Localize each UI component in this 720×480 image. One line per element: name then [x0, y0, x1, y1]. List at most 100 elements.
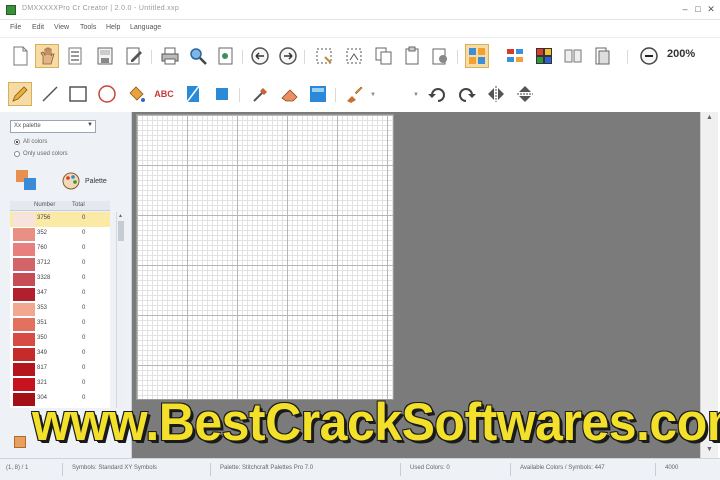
flip-horizontal-icon[interactable] [484, 82, 508, 106]
picker-icon[interactable] [249, 82, 273, 106]
color-swatch [13, 333, 35, 346]
palette-button[interactable]: Palette [60, 170, 107, 192]
page-setup-icon[interactable] [590, 44, 614, 68]
color-swatch [13, 303, 35, 316]
line-icon[interactable] [38, 82, 62, 106]
menu-file[interactable]: File [10, 24, 21, 31]
color-table-scrollbar[interactable]: ▲ [116, 212, 125, 408]
color-swatch [13, 288, 35, 301]
backstitch-icon[interactable] [306, 82, 330, 106]
radio-label: All colors [23, 139, 48, 145]
scroll-up-icon[interactable]: ▲ [706, 114, 713, 121]
chevron-down-icon[interactable]: ▼ [370, 92, 376, 98]
print-preview-icon[interactable] [186, 44, 210, 68]
save-icon[interactable] [93, 44, 117, 68]
redo-icon[interactable] [455, 82, 479, 106]
menu-help[interactable]: Help [106, 24, 120, 31]
color-number: 817 [37, 365, 48, 371]
radio-label: Only used colors [23, 151, 68, 157]
status-coordinates: (1, 8) / 1 [6, 465, 29, 471]
status-symbols: Symbols: Standard XY Symbols [72, 465, 157, 471]
stitch-grid-canvas[interactable] [136, 114, 394, 400]
status-used-colors: Used Colors: 0 [410, 465, 450, 471]
menu-view[interactable]: View [54, 24, 69, 31]
radio-used-colors[interactable]: Only used colors [14, 151, 68, 157]
rotate-left-icon[interactable] [248, 44, 272, 68]
status-available-colors: Available Colors / Symbols: 447 [520, 465, 605, 471]
table-row[interactable]: 3328 0 [10, 272, 110, 287]
select-region-icon[interactable] [312, 44, 336, 68]
palette-button-label: Palette [85, 177, 107, 185]
main-toolbar: ▼ 200% [0, 37, 720, 99]
color-number: 347 [37, 290, 48, 296]
table-row[interactable]: 3712 0 [10, 257, 110, 272]
color-blocks-icon[interactable] [465, 44, 489, 68]
select-pattern-icon[interactable] [342, 44, 366, 68]
brush-icon[interactable] [342, 82, 366, 106]
maximize-button[interactable]: □ [693, 4, 703, 14]
open-hand-icon[interactable] [35, 44, 59, 68]
table-row[interactable]: 353 0 [10, 302, 110, 317]
radio-button[interactable] [14, 139, 20, 145]
copy-icon[interactable] [372, 44, 396, 68]
radio-button[interactable] [14, 151, 20, 157]
print-icon[interactable] [158, 44, 182, 68]
menu-language[interactable]: Language [130, 24, 161, 31]
color-total: 0 [82, 305, 86, 311]
table-row[interactable]: 817 0 [10, 362, 110, 377]
menu-tools[interactable]: Tools [80, 24, 96, 31]
flip-vertical-icon[interactable] [513, 82, 537, 106]
table-row[interactable]: 350 0 [10, 332, 110, 347]
text-tool-label: ABC [154, 89, 174, 99]
column-header-total[interactable]: Total [72, 202, 85, 208]
color-number: 351 [37, 320, 48, 326]
fill-bucket-icon[interactable] [124, 82, 148, 106]
color-swap-icon[interactable] [14, 168, 40, 196]
zoom-level[interactable]: 200% [667, 48, 695, 60]
new-document-icon[interactable] [8, 44, 32, 68]
eraser-icon[interactable] [278, 82, 302, 106]
drawing-toolbar: ABC ▼ ▼ [0, 76, 720, 112]
undo-icon[interactable] [425, 82, 449, 106]
menu-edit[interactable]: Edit [32, 24, 44, 31]
table-row[interactable]: 3756 0 [10, 212, 110, 227]
color-swatch [13, 213, 35, 226]
table-row[interactable]: 352 0 [10, 227, 110, 242]
palette-dropdown[interactable]: Xx palette ▼ [10, 120, 96, 133]
chevron-down-icon[interactable]: ▼ [413, 92, 419, 98]
layout-icon[interactable] [503, 44, 527, 68]
color-total: 0 [82, 275, 86, 281]
scrollbar-thumb[interactable] [118, 221, 124, 241]
minimize-button[interactable]: – [680, 4, 690, 14]
close-button[interactable]: ✕ [706, 4, 716, 14]
pencil-icon[interactable] [8, 82, 32, 106]
column-header-number[interactable]: Number [34, 202, 55, 208]
color-swatch [13, 273, 35, 286]
symbols-icon[interactable] [561, 44, 585, 68]
open-folder-icon[interactable] [64, 44, 88, 68]
color-total: 0 [82, 245, 86, 251]
rotate-right-icon[interactable] [276, 44, 300, 68]
paste-icon[interactable] [400, 44, 424, 68]
half-stitch-icon[interactable] [181, 82, 205, 106]
table-row[interactable]: 347 0 [10, 287, 110, 302]
circle-icon[interactable] [95, 82, 119, 106]
table-row[interactable]: 349 0 [10, 347, 110, 362]
color-number: 352 [37, 230, 48, 236]
title-bar: DMXXXXXPro Cr Creator | 2.0.0 - Untitled… [0, 0, 720, 20]
color-total: 0 [82, 215, 86, 221]
export-icon[interactable] [214, 44, 238, 68]
table-row[interactable]: 351 0 [10, 317, 110, 332]
scroll-up-icon[interactable]: ▲ [118, 213, 123, 219]
rectangle-icon[interactable] [66, 82, 90, 106]
table-row[interactable]: 760 0 [10, 242, 110, 257]
palette-grid-icon[interactable] [532, 44, 556, 68]
zoom-out-icon[interactable] [637, 44, 661, 68]
text-tool-icon[interactable]: ABC [152, 82, 176, 106]
quarter-stitch-icon[interactable] [210, 82, 234, 106]
status-count: 4000 [665, 465, 679, 471]
paste-special-icon[interactable] [428, 44, 452, 68]
color-settings-icon[interactable] [14, 436, 26, 448]
radio-all-colors[interactable]: All colors [14, 139, 47, 145]
edit-document-icon[interactable] [122, 44, 146, 68]
